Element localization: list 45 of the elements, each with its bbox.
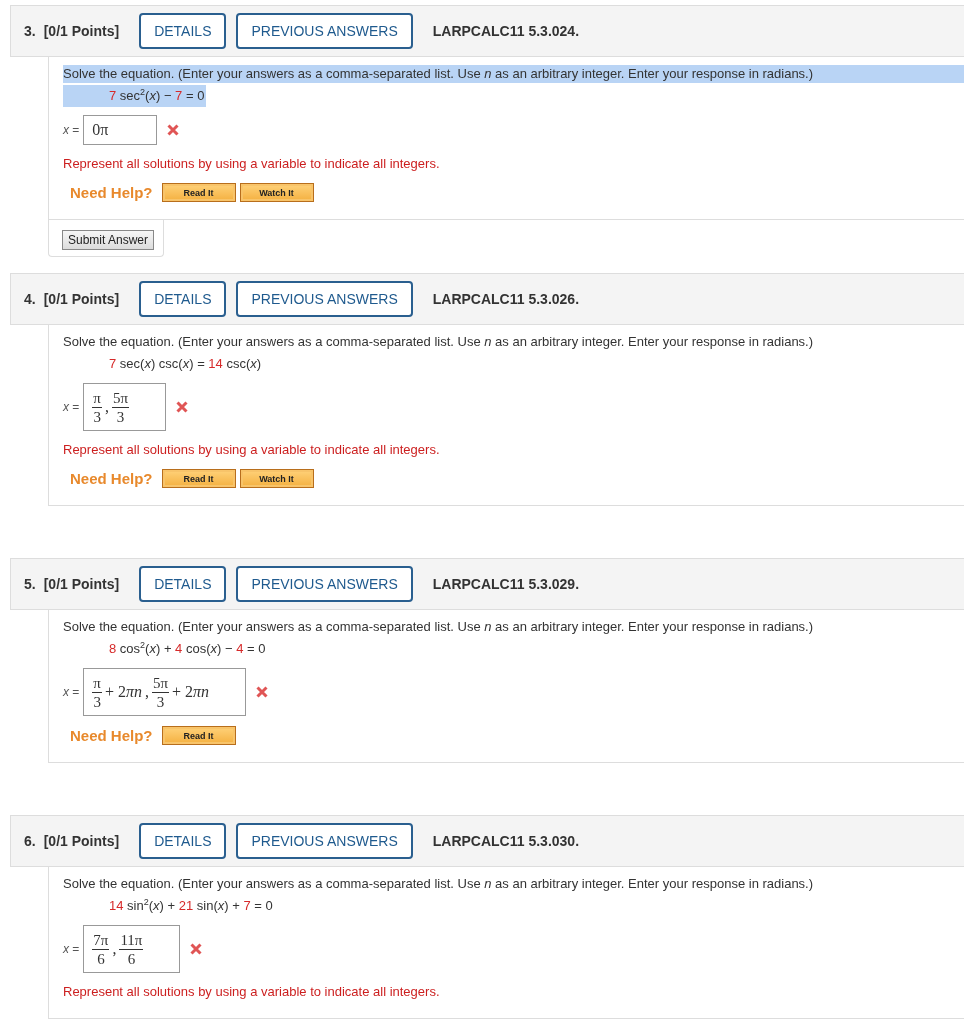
question-code: LARPCALC11 5.3.026.: [432, 291, 580, 307]
question-number: 6.: [24, 833, 36, 849]
feedback-text: Represent all solutions by using a variable to indicate all integers.: [63, 983, 441, 1001]
details-button[interactable]: DETAILS: [139, 823, 227, 859]
help-button[interactable]: Watch It: [239, 183, 314, 202]
previous-answers-button[interactable]: PREVIOUS ANSWERS: [236, 823, 413, 859]
points-label: [0/1 Points]: [43, 576, 120, 592]
previous-answers-button[interactable]: PREVIOUS ANSWERS: [236, 281, 413, 317]
answer-field[interactable]: 0π: [83, 115, 158, 145]
points-label: [0/1 Points]: [43, 23, 120, 39]
need-help-label: Need Help?: [70, 184, 153, 201]
answer-label: x =: [63, 942, 80, 956]
question-number: 3.: [24, 23, 36, 39]
feedback-text: Represent all solutions by using a variable to indicate all integers.: [63, 155, 441, 173]
question-code: LARPCALC11 5.3.024.: [432, 23, 580, 39]
question-code: LARPCALC11 5.3.030.: [432, 833, 580, 849]
help-button[interactable]: Read It: [161, 183, 236, 202]
feedback-text: Represent all solutions by using a variable to indicate all integers.: [63, 441, 441, 459]
question-number: 5.: [24, 576, 36, 592]
points-label: [0/1 Points]: [43, 291, 120, 307]
answer-label: x =: [63, 123, 80, 137]
answer-label: x =: [63, 685, 80, 699]
help-button[interactable]: Read It: [161, 469, 236, 488]
instructions-text: Solve the equation. (Enter your answers as a comma-separated list. Use n as an arbitrary integer. Enter your response in radians.): [63, 618, 815, 636]
need-help-label: Need Help?: [70, 470, 153, 487]
details-button[interactable]: DETAILS: [139, 566, 227, 602]
details-button[interactable]: DETAILS: [139, 281, 227, 317]
help-button[interactable]: Read It: [161, 726, 236, 745]
equation: 14 sin$^{2}$(x) + 21 sin(x) + 7 = 0: [108, 895, 273, 915]
answer-label: x =: [63, 400, 80, 414]
question-number: 4.: [24, 291, 36, 307]
equation: 7 sec(x) csc(x) = 14 csc(x): [108, 355, 262, 373]
points-label: [0/1 Points]: [43, 833, 120, 849]
equation: 8 cos$^{2}$(x) + 4 cos(x) − 4 = 0: [108, 638, 266, 658]
previous-answers-button[interactable]: PREVIOUS ANSWERS: [236, 13, 413, 49]
instructions-text: Solve the equation. (Enter your answers as a comma-separated list. Use n as an arbitrary integer. Enter your response in radians.): [63, 333, 815, 351]
question-code: LARPCALC11 5.3.029.: [432, 576, 580, 592]
instructions-text: Solve the equation. (Enter your answers as a comma-separated list. Use n as an arbitrary integer. Enter your response in radians.): [63, 875, 815, 893]
instructions-text: Solve the equation. (Enter your answers as a comma-separated list. Use n as an arbitrary integer. Enter your response in radians.): [63, 65, 964, 83]
submit-answer-button[interactable]: Submit Answer: [62, 230, 155, 250]
equation: 7 sec$^{2}$(x) − 7 = 0: [63, 85, 207, 107]
help-button[interactable]: Watch It: [239, 469, 314, 488]
details-button[interactable]: DETAILS: [139, 13, 227, 49]
previous-answers-button[interactable]: PREVIOUS ANSWERS: [236, 566, 413, 602]
need-help-label: Need Help?: [70, 727, 153, 744]
